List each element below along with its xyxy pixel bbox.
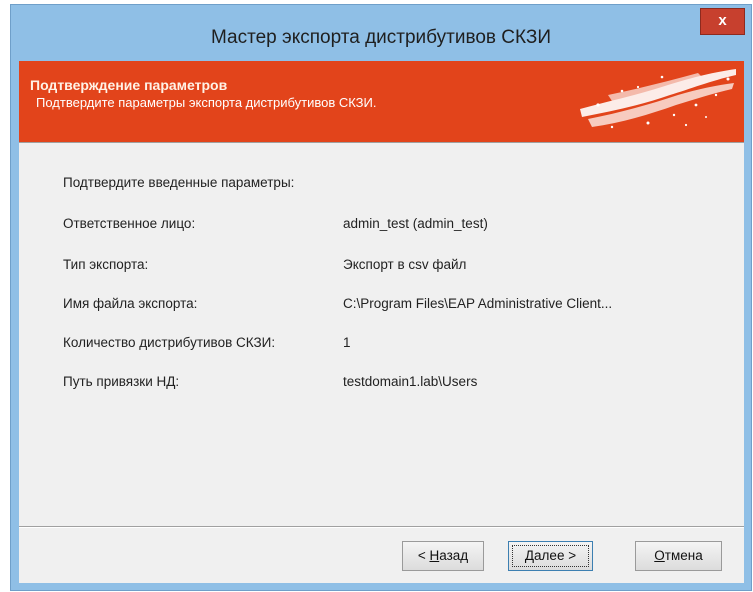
param-value: 1 bbox=[343, 335, 351, 350]
wizard-client-area: Подтверждение параметров Подтвердите пар… bbox=[19, 61, 744, 583]
param-label: Имя файла экспорта: bbox=[63, 296, 198, 311]
banner-subtitle: Подтвердите параметры экспорта дистрибут… bbox=[36, 95, 377, 110]
back-button[interactable]: < Назад bbox=[402, 541, 484, 571]
confirmation-panel: Подтвердите введенные параметры: Ответст… bbox=[19, 143, 744, 526]
param-value: testdomain1.lab\Users bbox=[343, 374, 478, 389]
back-button-prefix: < bbox=[417, 548, 430, 563]
param-label: Количество дистрибутивов СКЗИ: bbox=[63, 335, 276, 350]
param-value: Экспорт в csv файл bbox=[343, 257, 467, 272]
param-label: Путь привязки НД: bbox=[63, 374, 180, 389]
cancel-button[interactable]: Отмена bbox=[635, 541, 722, 571]
back-button-label: азад bbox=[439, 548, 469, 563]
cancel-button-mnemonic: О bbox=[654, 548, 665, 563]
title-bar[interactable]: Мастер экспорта дистрибутивов СКЗИ x bbox=[11, 5, 751, 61]
close-button[interactable]: x bbox=[700, 8, 745, 35]
back-button-mnemonic: Н bbox=[429, 548, 440, 563]
param-value: C:\Program Files\EAP Administrative Clie… bbox=[343, 296, 613, 311]
param-label: Ответственное лицо: bbox=[63, 216, 196, 231]
cancel-button-label: тмена bbox=[664, 548, 703, 563]
wizard-window: Мастер экспорта дистрибутивов СКЗИ x Под… bbox=[10, 4, 752, 591]
param-value: admin_test (admin_test) bbox=[343, 216, 488, 231]
brand-logo-icon bbox=[580, 69, 736, 129]
param-label: Тип экспорта: bbox=[63, 257, 149, 272]
intro-text: Подтвердите введенные параметры: bbox=[63, 175, 295, 190]
next-button[interactable]: Далее > bbox=[508, 541, 593, 571]
focus-rectangle bbox=[512, 545, 589, 567]
wizard-header-banner: Подтверждение параметров Подтвердите пар… bbox=[19, 61, 744, 143]
banner-title: Подтверждение параметров bbox=[30, 77, 228, 93]
window-title: Мастер экспорта дистрибутивов СКЗИ bbox=[211, 27, 551, 48]
button-separator bbox=[19, 526, 744, 528]
